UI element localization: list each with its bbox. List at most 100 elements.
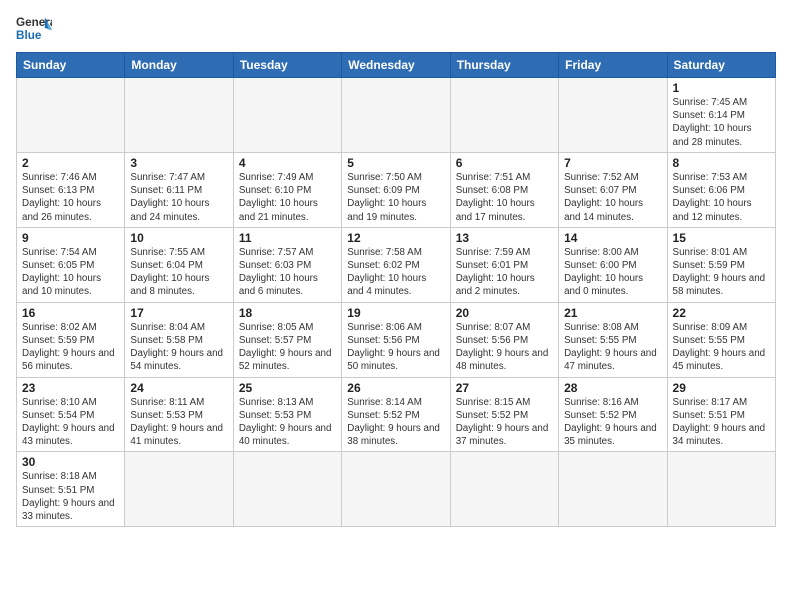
- calendar-cell: 9Sunrise: 7:54 AMSunset: 6:05 PMDaylight…: [17, 227, 125, 302]
- day-info: Sunrise: 7:46 AMSunset: 6:13 PMDaylight:…: [22, 171, 119, 224]
- day-info: Sunrise: 7:47 AMSunset: 6:11 PMDaylight:…: [130, 171, 227, 224]
- weekday-header-wednesday: Wednesday: [342, 53, 450, 78]
- day-info: Sunrise: 7:49 AMSunset: 6:10 PMDaylight:…: [239, 171, 336, 224]
- day-number: 8: [673, 156, 770, 170]
- calendar-cell: 22Sunrise: 8:09 AMSunset: 5:55 PMDayligh…: [667, 302, 775, 377]
- calendar-cell: 6Sunrise: 7:51 AMSunset: 6:08 PMDaylight…: [450, 152, 558, 227]
- calendar-cell: 11Sunrise: 7:57 AMSunset: 6:03 PMDayligh…: [233, 227, 341, 302]
- day-number: 26: [347, 381, 444, 395]
- day-info: Sunrise: 8:09 AMSunset: 5:55 PMDaylight:…: [673, 321, 770, 374]
- page: General Blue SundayMondayTuesdayWednesda…: [0, 0, 792, 537]
- calendar-cell: 2Sunrise: 7:46 AMSunset: 6:13 PMDaylight…: [17, 152, 125, 227]
- day-number: 6: [456, 156, 553, 170]
- calendar-cell: [125, 452, 233, 527]
- day-number: 1: [673, 81, 770, 95]
- day-info: Sunrise: 7:54 AMSunset: 6:05 PMDaylight:…: [22, 246, 119, 299]
- calendar-cell: 12Sunrise: 7:58 AMSunset: 6:02 PMDayligh…: [342, 227, 450, 302]
- calendar-cell: 17Sunrise: 8:04 AMSunset: 5:58 PMDayligh…: [125, 302, 233, 377]
- calendar-cell: [125, 78, 233, 153]
- day-info: Sunrise: 8:17 AMSunset: 5:51 PMDaylight:…: [673, 396, 770, 449]
- weekday-header-saturday: Saturday: [667, 53, 775, 78]
- calendar-cell: 5Sunrise: 7:50 AMSunset: 6:09 PMDaylight…: [342, 152, 450, 227]
- day-info: Sunrise: 7:52 AMSunset: 6:07 PMDaylight:…: [564, 171, 661, 224]
- calendar-cell: 10Sunrise: 7:55 AMSunset: 6:04 PMDayligh…: [125, 227, 233, 302]
- day-info: Sunrise: 8:08 AMSunset: 5:55 PMDaylight:…: [564, 321, 661, 374]
- day-number: 14: [564, 231, 661, 245]
- calendar-cell: [667, 452, 775, 527]
- day-number: 7: [564, 156, 661, 170]
- calendar-cell: 18Sunrise: 8:05 AMSunset: 5:57 PMDayligh…: [233, 302, 341, 377]
- day-info: Sunrise: 8:18 AMSunset: 5:51 PMDaylight:…: [22, 470, 119, 523]
- calendar-cell: 13Sunrise: 7:59 AMSunset: 6:01 PMDayligh…: [450, 227, 558, 302]
- calendar-week-4: 16Sunrise: 8:02 AMSunset: 5:59 PMDayligh…: [17, 302, 776, 377]
- day-number: 28: [564, 381, 661, 395]
- day-info: Sunrise: 7:59 AMSunset: 6:01 PMDaylight:…: [456, 246, 553, 299]
- day-number: 4: [239, 156, 336, 170]
- day-number: 9: [22, 231, 119, 245]
- day-info: Sunrise: 8:00 AMSunset: 6:00 PMDaylight:…: [564, 246, 661, 299]
- day-info: Sunrise: 8:04 AMSunset: 5:58 PMDaylight:…: [130, 321, 227, 374]
- day-number: 21: [564, 306, 661, 320]
- calendar-cell: [17, 78, 125, 153]
- day-number: 5: [347, 156, 444, 170]
- calendar-cell: 15Sunrise: 8:01 AMSunset: 5:59 PMDayligh…: [667, 227, 775, 302]
- calendar-cell: 29Sunrise: 8:17 AMSunset: 5:51 PMDayligh…: [667, 377, 775, 452]
- day-number: 24: [130, 381, 227, 395]
- day-number: 29: [673, 381, 770, 395]
- logo-icon: General Blue: [16, 10, 52, 46]
- day-info: Sunrise: 7:51 AMSunset: 6:08 PMDaylight:…: [456, 171, 553, 224]
- day-number: 11: [239, 231, 336, 245]
- day-info: Sunrise: 8:06 AMSunset: 5:56 PMDaylight:…: [347, 321, 444, 374]
- day-number: 15: [673, 231, 770, 245]
- calendar-cell: 3Sunrise: 7:47 AMSunset: 6:11 PMDaylight…: [125, 152, 233, 227]
- calendar-week-5: 23Sunrise: 8:10 AMSunset: 5:54 PMDayligh…: [17, 377, 776, 452]
- calendar-cell: [342, 452, 450, 527]
- weekday-header-monday: Monday: [125, 53, 233, 78]
- day-number: 25: [239, 381, 336, 395]
- day-info: Sunrise: 7:55 AMSunset: 6:04 PMDaylight:…: [130, 246, 227, 299]
- calendar-cell: 1Sunrise: 7:45 AMSunset: 6:14 PMDaylight…: [667, 78, 775, 153]
- calendar-cell: [450, 452, 558, 527]
- day-info: Sunrise: 8:02 AMSunset: 5:59 PMDaylight:…: [22, 321, 119, 374]
- calendar-week-1: 1Sunrise: 7:45 AMSunset: 6:14 PMDaylight…: [17, 78, 776, 153]
- calendar-cell: 25Sunrise: 8:13 AMSunset: 5:53 PMDayligh…: [233, 377, 341, 452]
- day-number: 3: [130, 156, 227, 170]
- day-number: 30: [22, 455, 119, 469]
- day-number: 12: [347, 231, 444, 245]
- weekday-header-tuesday: Tuesday: [233, 53, 341, 78]
- calendar-cell: [450, 78, 558, 153]
- day-number: 13: [456, 231, 553, 245]
- calendar-cell: 8Sunrise: 7:53 AMSunset: 6:06 PMDaylight…: [667, 152, 775, 227]
- calendar-week-2: 2Sunrise: 7:46 AMSunset: 6:13 PMDaylight…: [17, 152, 776, 227]
- day-info: Sunrise: 7:58 AMSunset: 6:02 PMDaylight:…: [347, 246, 444, 299]
- calendar-cell: 7Sunrise: 7:52 AMSunset: 6:07 PMDaylight…: [559, 152, 667, 227]
- day-number: 10: [130, 231, 227, 245]
- calendar-cell: 28Sunrise: 8:16 AMSunset: 5:52 PMDayligh…: [559, 377, 667, 452]
- calendar-cell: [342, 78, 450, 153]
- day-number: 16: [22, 306, 119, 320]
- day-number: 18: [239, 306, 336, 320]
- day-info: Sunrise: 8:01 AMSunset: 5:59 PMDaylight:…: [673, 246, 770, 299]
- calendar-cell: 26Sunrise: 8:14 AMSunset: 5:52 PMDayligh…: [342, 377, 450, 452]
- day-number: 22: [673, 306, 770, 320]
- calendar-cell: 23Sunrise: 8:10 AMSunset: 5:54 PMDayligh…: [17, 377, 125, 452]
- day-number: 19: [347, 306, 444, 320]
- day-info: Sunrise: 8:13 AMSunset: 5:53 PMDaylight:…: [239, 396, 336, 449]
- day-info: Sunrise: 7:45 AMSunset: 6:14 PMDaylight:…: [673, 96, 770, 149]
- day-info: Sunrise: 8:11 AMSunset: 5:53 PMDaylight:…: [130, 396, 227, 449]
- header: General Blue: [16, 10, 776, 46]
- calendar-week-3: 9Sunrise: 7:54 AMSunset: 6:05 PMDaylight…: [17, 227, 776, 302]
- calendar-cell: [559, 78, 667, 153]
- day-number: 23: [22, 381, 119, 395]
- calendar-cell: [233, 452, 341, 527]
- day-info: Sunrise: 7:50 AMSunset: 6:09 PMDaylight:…: [347, 171, 444, 224]
- day-info: Sunrise: 8:16 AMSunset: 5:52 PMDaylight:…: [564, 396, 661, 449]
- calendar-cell: 4Sunrise: 7:49 AMSunset: 6:10 PMDaylight…: [233, 152, 341, 227]
- day-info: Sunrise: 7:53 AMSunset: 6:06 PMDaylight:…: [673, 171, 770, 224]
- day-number: 27: [456, 381, 553, 395]
- calendar-cell: 27Sunrise: 8:15 AMSunset: 5:52 PMDayligh…: [450, 377, 558, 452]
- calendar-cell: 14Sunrise: 8:00 AMSunset: 6:00 PMDayligh…: [559, 227, 667, 302]
- day-info: Sunrise: 8:07 AMSunset: 5:56 PMDaylight:…: [456, 321, 553, 374]
- weekday-header-sunday: Sunday: [17, 53, 125, 78]
- day-number: 17: [130, 306, 227, 320]
